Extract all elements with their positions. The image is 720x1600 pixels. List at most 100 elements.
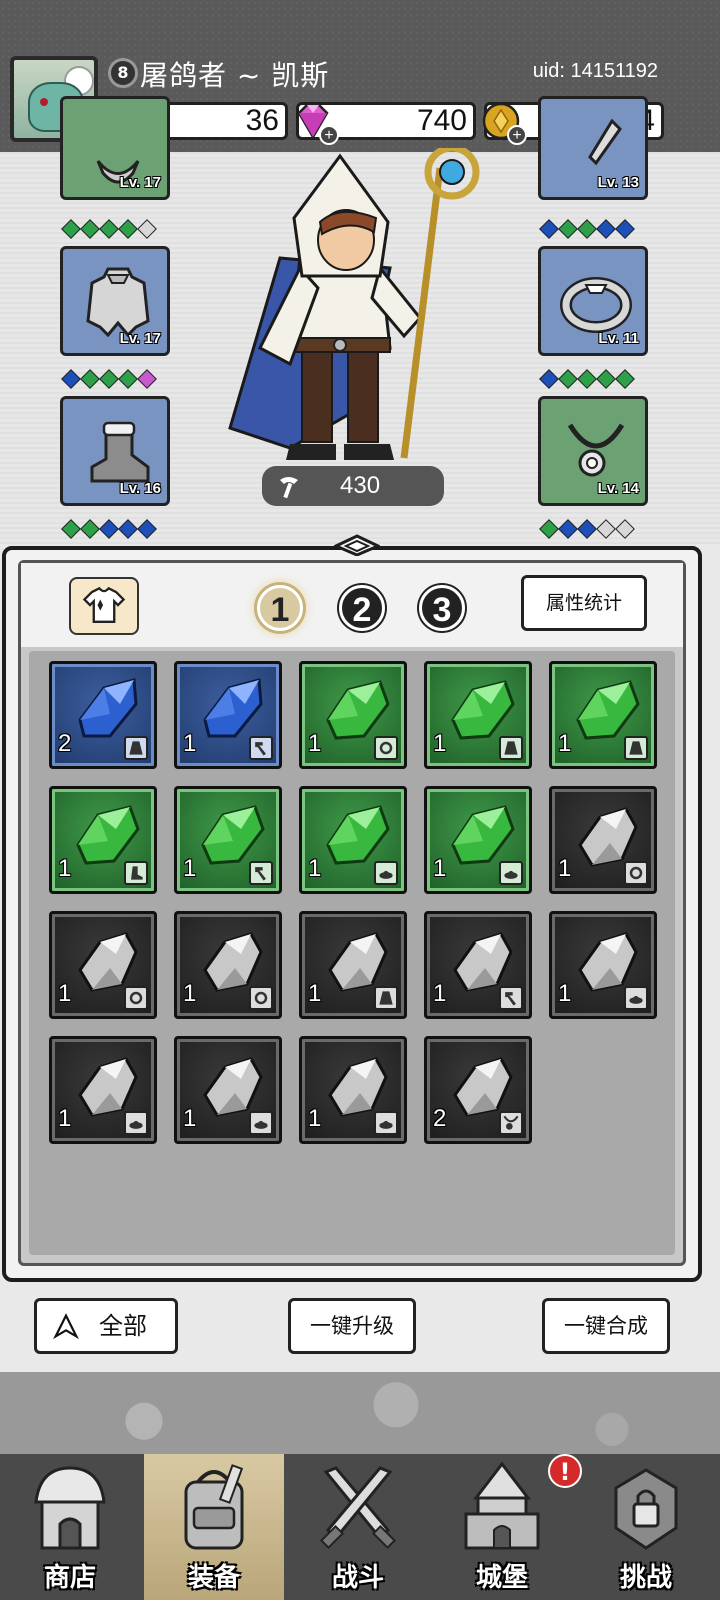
inventory-toolbar: 1 2 3 属性统计 xyxy=(21,563,683,647)
hat-icon xyxy=(624,986,648,1010)
currency-gold-hexagon-value: 36 xyxy=(245,104,279,137)
hero-mage-figure xyxy=(228,148,480,460)
equip-slot-ring[interactable]: Lv. 11 xyxy=(538,246,648,356)
nav-shop-label: 商店 xyxy=(43,1563,96,1593)
boots-icon xyxy=(124,861,148,885)
item-count: 1 xyxy=(183,730,197,757)
item-count: 1 xyxy=(308,855,322,882)
up-arrow-outline-icon xyxy=(53,1313,79,1339)
star-row-cloak xyxy=(61,369,157,389)
inventory-item-gray-material[interactable]: 1 xyxy=(49,1036,157,1144)
item-count: 1 xyxy=(183,1105,197,1132)
item-count: 1 xyxy=(433,980,447,1007)
cloak-icon xyxy=(86,267,150,338)
hat-icon xyxy=(124,1111,148,1135)
nav-battle[interactable]: 战斗 xyxy=(288,1454,428,1600)
inventory-item-green-material[interactable]: 1 xyxy=(549,661,657,769)
filter-all-button[interactable]: 全部 xyxy=(34,1298,178,1354)
inventory-page-tab-1[interactable]: 1 xyxy=(257,585,303,631)
inventory-item-green-material[interactable]: 1 xyxy=(174,786,282,894)
item-count: 1 xyxy=(308,980,322,1007)
inventory-page-tab-2[interactable]: 2 xyxy=(339,585,385,631)
item-count: 1 xyxy=(58,855,72,882)
inventory-item-green-material[interactable]: 1 xyxy=(49,786,157,894)
inventory-item-gray-material[interactable]: 1 xyxy=(174,1036,282,1144)
add-coin-icon[interactable]: + xyxy=(507,125,527,145)
item-count: 1 xyxy=(58,1105,72,1132)
equip-slot-necklace[interactable]: Lv. 14 xyxy=(538,396,648,506)
add-gem-icon[interactable]: + xyxy=(319,125,339,145)
weapon-icon xyxy=(249,861,273,885)
filter-all-label: 全部 xyxy=(99,1312,147,1340)
star-row-necklace xyxy=(539,519,635,539)
item-count: 1 xyxy=(183,980,197,1007)
inventory-item-green-material[interactable]: 1 xyxy=(424,661,532,769)
equip-slot-weapon[interactable]: Lv. 13 xyxy=(538,96,648,200)
inventory-item-green-material[interactable]: 1 xyxy=(424,786,532,894)
weapon-icon xyxy=(249,736,273,760)
inventory-item-gray-material[interactable]: 1 xyxy=(174,911,282,1019)
nav-equipment-label: 装备 xyxy=(187,1563,240,1593)
inventory-item-blue-material[interactable]: 2 xyxy=(49,661,157,769)
currency-pink-gem-value: 740 xyxy=(416,104,467,137)
nav-equipment[interactable]: 装备 xyxy=(144,1454,284,1600)
backpack-icon xyxy=(184,1464,244,1550)
power-value: 430 xyxy=(340,472,381,499)
equipment-filter-button[interactable] xyxy=(69,577,139,635)
item-count: 1 xyxy=(308,1105,322,1132)
necklace-icon xyxy=(499,1111,523,1135)
star-row-boots xyxy=(61,519,157,539)
upgrade-all-button[interactable]: 一键升级 xyxy=(288,1298,416,1354)
hat-icon xyxy=(374,1111,398,1135)
inventory-item-gray-material[interactable]: 1 xyxy=(49,911,157,1019)
inventory-item-gray-material[interactable]: 1 xyxy=(549,911,657,1019)
challenge-helmet-icon xyxy=(614,1468,678,1550)
crossed-swords-icon xyxy=(319,1466,397,1550)
inventory-item-blue-material[interactable]: 1 xyxy=(174,661,282,769)
equip-slot-cloak[interactable]: Lv. 17 xyxy=(60,246,170,356)
ring-icon xyxy=(124,986,148,1010)
star-row-ring xyxy=(539,369,635,389)
item-count: 1 xyxy=(558,730,572,757)
nav-battle-label: 战斗 xyxy=(331,1563,384,1593)
player-level-badge: 8 xyxy=(108,58,138,88)
inventory-item-gray-material[interactable]: 1 xyxy=(549,786,657,894)
inventory-item-gray-material[interactable]: 1 xyxy=(299,911,407,1019)
necklace-icon xyxy=(567,423,625,477)
bottom-nav: 商店 装备 战斗 城堡 挑战 xyxy=(0,1454,720,1600)
equip-level: Lv. 16 xyxy=(119,480,161,497)
panel-notch-ornament xyxy=(334,534,380,556)
hat-icon xyxy=(499,861,523,885)
inventory-inner: 1 2 3 属性统计 2111111111111111112 xyxy=(18,560,686,1266)
boots-icon xyxy=(90,421,150,483)
merge-all-button[interactable]: 一键合成 xyxy=(542,1298,670,1354)
cloak-icon xyxy=(374,986,398,1010)
equip-slot-armor[interactable]: Lv. 17 xyxy=(60,96,170,200)
nav-shop[interactable]: 商店 xyxy=(0,1454,140,1600)
star-row-weapon xyxy=(539,219,635,239)
equip-level: Lv. 17 xyxy=(119,330,161,347)
castle-alert-badge: ! xyxy=(548,1454,582,1488)
ring-icon xyxy=(374,736,398,760)
inventory-item-green-material[interactable]: 1 xyxy=(299,786,407,894)
equip-slot-boots[interactable]: Lv. 16 xyxy=(60,396,170,506)
nav-challenge[interactable]: 挑战 xyxy=(576,1454,716,1600)
shirt-icon xyxy=(82,586,126,623)
ring-icon xyxy=(624,861,648,885)
nav-castle-label: 城堡 xyxy=(475,1563,528,1593)
item-count: 1 xyxy=(183,855,197,882)
battle-scene-strip xyxy=(0,1372,720,1454)
inventory-item-green-material[interactable]: 1 xyxy=(299,661,407,769)
cloak-icon xyxy=(124,736,148,760)
inventory-item-gray-material[interactable]: 1 xyxy=(299,1036,407,1144)
attribute-stats-button[interactable]: 属性统计 xyxy=(521,575,647,631)
equip-level: Lv. 14 xyxy=(597,480,639,497)
item-count: 1 xyxy=(558,980,572,1007)
equip-level: Lv. 13 xyxy=(597,174,639,191)
inventory-page-tab-3[interactable]: 3 xyxy=(419,585,465,631)
inventory-item-gray-material[interactable]: 2 xyxy=(424,1036,532,1144)
inventory-grid: 2 1 1 1 1 1 1 1 1 1 1 1 1 1 1 1 1 1 2 xyxy=(29,651,675,1255)
currency-pink-gem[interactable]: + 740 xyxy=(296,102,476,145)
inventory-item-gray-material[interactable]: 1 xyxy=(424,911,532,1019)
nav-challenge-label: 挑战 xyxy=(619,1563,672,1593)
